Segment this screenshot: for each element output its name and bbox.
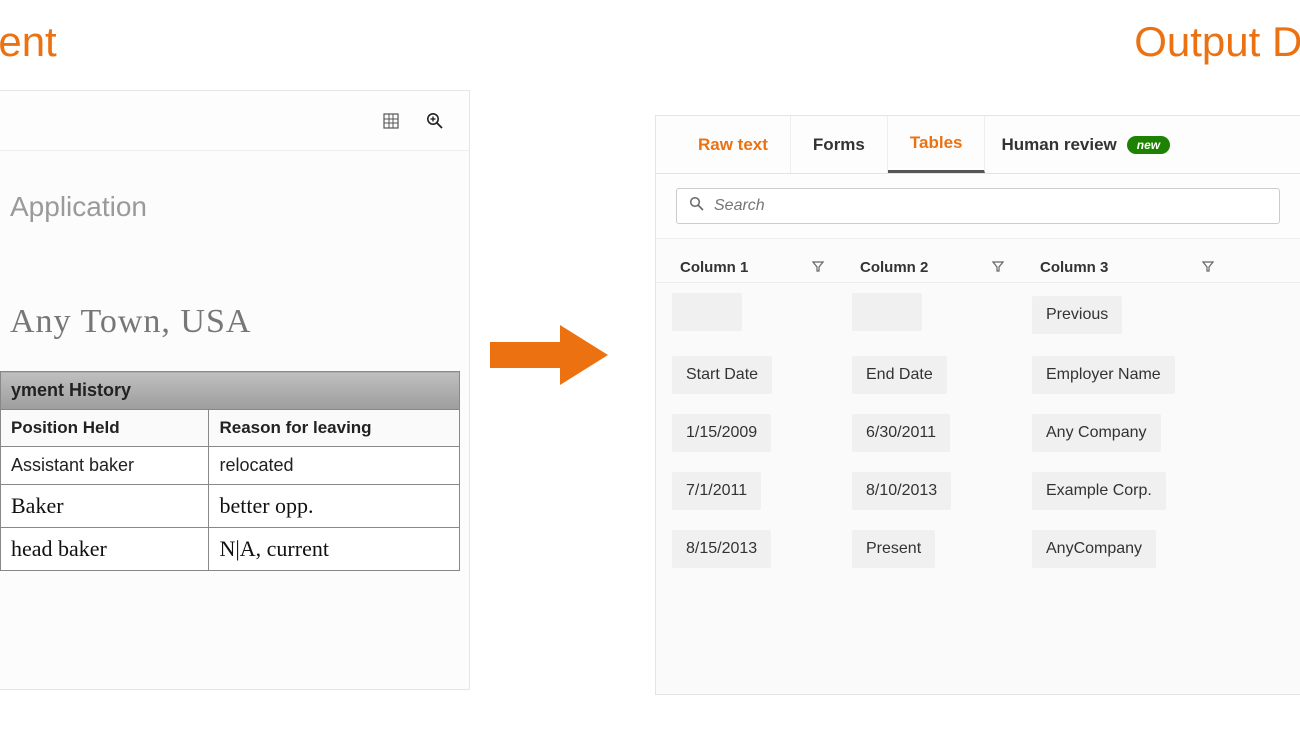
left-title: ument (0, 18, 57, 66)
search-icon (689, 196, 704, 216)
table-cell[interactable]: 8/15/2013 (672, 530, 771, 568)
table-cell[interactable]: Present (852, 530, 935, 568)
input-document-panel: Application Any Town, USA yment History … (0, 90, 470, 690)
table-row: Start Date End Date Employer Name (656, 346, 1300, 404)
table-row: Previous (656, 283, 1300, 346)
table-row: 1/15/2009 6/30/2011 Any Company (656, 404, 1300, 462)
document-heading: Application (0, 191, 469, 223)
zoom-icon[interactable] (425, 111, 445, 131)
table-cell[interactable]: End Date (852, 356, 947, 394)
output-document-panel: Raw text Forms Tables Human review new C… (655, 115, 1300, 695)
scan-header-cell: Reason for leaving (209, 410, 460, 447)
scan-section-header: yment History (1, 372, 460, 410)
output-tabs: Raw text Forms Tables Human review new (656, 116, 1300, 174)
tab-tables[interactable]: Tables (888, 116, 986, 173)
column-header-label: Column 3 (1040, 259, 1108, 276)
table-row: 8/15/2013 Present AnyCompany (656, 520, 1300, 578)
tab-human-review-label: Human review (1001, 135, 1116, 155)
table-cell[interactable] (852, 293, 922, 331)
table-cell[interactable]: 1/15/2009 (672, 414, 771, 452)
filter-icon[interactable] (812, 259, 824, 276)
table-row: 7/1/2011 8/10/2013 Example Corp. (656, 462, 1300, 520)
scan-cell: Assistant baker (1, 447, 209, 485)
search-input[interactable] (714, 197, 1267, 215)
table-cell[interactable] (672, 293, 742, 331)
table-cell[interactable]: Previous (1032, 296, 1122, 334)
handwritten-address: Any Town, USA (0, 223, 469, 361)
scan-cell: relocated (209, 447, 460, 485)
scan-cell: Baker (1, 485, 209, 528)
arrow-right-icon (490, 320, 610, 390)
table-header-row: Column 1 Column 2 Column 3 (656, 239, 1300, 283)
column-header-label: Column 2 (860, 259, 928, 276)
table-body: Previous Start Date End Date Employer Na… (656, 283, 1300, 578)
tab-forms[interactable]: Forms (791, 116, 888, 173)
table-cell[interactable]: Example Corp. (1032, 472, 1166, 510)
column-header[interactable]: Column 3 (1022, 259, 1232, 276)
scan-header-cell: Position Held (1, 410, 209, 447)
column-header[interactable]: Column 2 (842, 259, 1022, 276)
scan-cell: head baker (1, 528, 209, 571)
column-header-label: Column 1 (680, 259, 748, 276)
search-row (656, 174, 1300, 239)
document-preview: Application Any Town, USA yment History … (0, 151, 469, 571)
left-toolbar (0, 91, 469, 151)
table-cell[interactable]: 7/1/2011 (672, 472, 761, 510)
tab-raw-text[interactable]: Raw text (676, 116, 791, 173)
table-cell[interactable]: 6/30/2011 (852, 414, 950, 452)
table-cell[interactable]: Start Date (672, 356, 772, 394)
tab-human-review[interactable]: Human review new (985, 116, 1186, 173)
scanned-table: yment History Position Held Reason for l… (0, 371, 460, 571)
filter-icon[interactable] (992, 259, 1004, 276)
table-cell[interactable]: Employer Name (1032, 356, 1175, 394)
grid-view-icon[interactable] (381, 111, 401, 131)
search-box[interactable] (676, 188, 1280, 224)
new-badge: new (1127, 136, 1170, 154)
column-header[interactable]: Column 1 (662, 259, 842, 276)
filter-icon[interactable] (1202, 259, 1214, 276)
scan-cell: N|A, current (209, 528, 460, 571)
table-cell[interactable]: AnyCompany (1032, 530, 1156, 568)
scan-cell: better opp. (209, 485, 460, 528)
table-cell[interactable]: 8/10/2013 (852, 472, 951, 510)
right-title: Output Docu (1134, 18, 1300, 66)
table-cell[interactable]: Any Company (1032, 414, 1161, 452)
